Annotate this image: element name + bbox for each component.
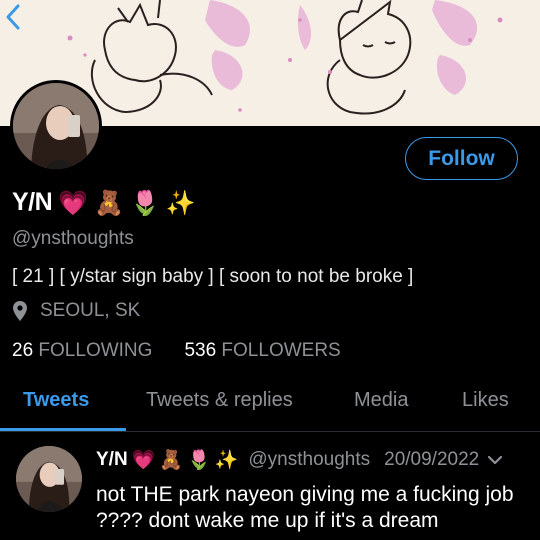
following-count: 26 xyxy=(12,340,34,361)
tab-media[interactable]: Media xyxy=(354,389,408,412)
profile-tabs: Tweets Tweets & replies Media Likes xyxy=(0,376,540,432)
profile-bio: [ 21 ] [ y/star sign baby ] [ soon to no… xyxy=(12,266,414,287)
followers-stat[interactable]: 536 FOLLOWERS xyxy=(184,340,340,362)
profile-handle: @ynsthoughts xyxy=(12,228,134,249)
tweet-header: Y/N 💗 🧸 🌷 ✨ @ynsthoughts 20/09/2022 xyxy=(96,449,503,471)
tulip-emoji: 🌷 xyxy=(187,448,211,471)
tab-tweets[interactable]: Tweets xyxy=(23,389,89,412)
tweet-text: not THE park nayeon giving me a fucking … xyxy=(96,483,514,532)
tweet-author-name: Y/N xyxy=(96,449,128,470)
heart-emoji: 💗 xyxy=(131,448,156,471)
profile-avatar[interactable] xyxy=(10,80,102,172)
sparkles-emoji: ✨ xyxy=(165,188,196,217)
tweet-date: 20/09/2022 xyxy=(384,449,480,470)
location-text: SEOUL, SK xyxy=(40,300,141,321)
profile-location: SEOUL, SK xyxy=(12,300,140,322)
following-label: FOLLOWING xyxy=(38,340,153,361)
teddy-bear-emoji: 🧸 xyxy=(94,188,124,217)
display-name: Y/N xyxy=(12,188,53,216)
following-stat[interactable]: 26 FOLLOWING xyxy=(12,340,152,362)
teddy-bear-emoji: 🧸 xyxy=(159,448,184,471)
follow-button[interactable]: Follow xyxy=(405,137,518,180)
avatar-photo xyxy=(13,83,99,169)
heart-emoji: 💗 xyxy=(58,188,89,217)
tweet-avatar[interactable] xyxy=(16,446,82,512)
tulip-emoji: 🌷 xyxy=(129,188,160,217)
followers-count: 536 xyxy=(184,340,217,361)
chevron-left-icon[interactable] xyxy=(0,0,24,34)
tweet-author-handle: @ynsthoughts xyxy=(248,449,371,470)
sparkles-emoji: ✨ xyxy=(214,448,239,471)
tab-likes[interactable]: Likes xyxy=(462,389,509,412)
chevron-down-icon[interactable] xyxy=(487,454,503,466)
profile-name-row: Y/N 💗 🧸 🌷 ✨ xyxy=(12,188,196,217)
location-pin-icon xyxy=(13,301,27,321)
avatar-photo xyxy=(16,446,82,512)
tab-tweets-replies[interactable]: Tweets & replies xyxy=(146,389,293,412)
profile-stats: 26 FOLLOWING 536 FOLLOWERS xyxy=(12,340,341,362)
followers-label: FOLLOWERS xyxy=(221,340,341,361)
